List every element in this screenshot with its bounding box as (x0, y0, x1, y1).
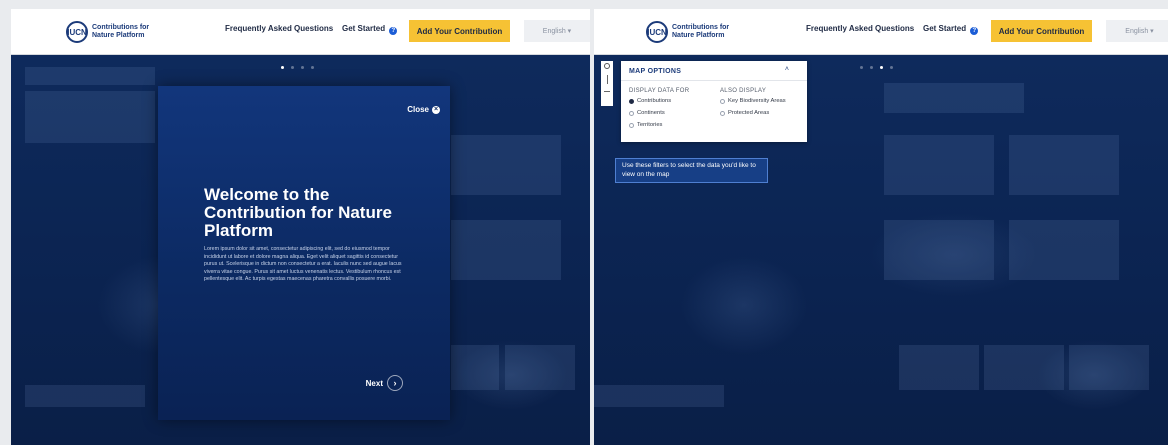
radio-label: Contributions (637, 98, 672, 104)
toggle-label: Key Biodiversity Areas (728, 98, 786, 104)
faded-stat-card (1009, 135, 1119, 195)
faded-stat-card (451, 135, 561, 195)
top-navbar: IUCN Contributions for Nature Platform F… (594, 9, 1168, 55)
carousel-dot[interactable] (880, 66, 883, 69)
radio-contributions[interactable]: Contributions (629, 98, 671, 104)
faded-footer-text (594, 385, 724, 407)
faded-stat-card (884, 220, 994, 280)
faded-cta-card (451, 345, 499, 390)
toggle-key-biodiversity-areas[interactable]: Key Biodiversity Areas (720, 98, 786, 104)
welcome-modal: Close × Welcome to the Contribution for … (158, 86, 450, 420)
close-button[interactable]: Close × (407, 105, 440, 114)
radio-continents[interactable]: Continents (629, 110, 665, 116)
brand-name: Contributions for Nature Platform (672, 24, 730, 39)
carousel-dot[interactable] (281, 66, 284, 69)
iucn-logo-icon: IUCN (66, 21, 88, 43)
map-options-screen: IUCN Contributions for Nature Platform F… (594, 9, 1168, 445)
display-data-heading: DISPLAY DATA FOR (629, 88, 690, 94)
nav-get-started-link[interactable]: Get Started ? (923, 24, 979, 35)
next-arrow-icon: › (387, 375, 403, 391)
map-control-divider (607, 75, 608, 84)
faded-cta-card (505, 345, 575, 390)
carousel-dot[interactable] (860, 66, 863, 69)
language-select[interactable]: English ▾ (1106, 20, 1168, 42)
faded-footer-text (25, 385, 145, 407)
get-started-label: Get Started (342, 24, 386, 33)
faded-cta-card (1069, 345, 1149, 390)
iucn-logo-icon: IUCN (646, 21, 668, 43)
chevron-up-icon[interactable]: ˄ (785, 66, 789, 73)
carousel-dot[interactable] (870, 66, 873, 69)
screenshot-root: IUCN Contributions for Nature Platform F… (0, 0, 1168, 445)
add-contribution-button[interactable]: Add Your Contribution (409, 20, 510, 42)
also-display-heading: ALSO DISPLAY (720, 88, 767, 94)
map-options-panel: MAP OPTIONS ˄ DISPLAY DATA FOR Contribut… (621, 61, 807, 142)
faded-cta-card (899, 345, 979, 390)
carousel-dot[interactable] (311, 66, 314, 69)
brand-logo[interactable]: IUCN Contributions for Nature Platform (66, 18, 158, 46)
zoom-out-icon[interactable] (604, 91, 610, 92)
faded-cta-card (984, 345, 1064, 390)
radio-icon (629, 110, 634, 116)
brand-logo[interactable]: IUCN Contributions for Nature Platform (646, 18, 738, 46)
faded-filter-panel (25, 91, 155, 143)
next-button[interactable]: Next › (366, 375, 403, 391)
radio-territories[interactable]: Territories (629, 122, 662, 128)
onboarding-tooltip: Use these filters to select the data you… (615, 158, 768, 183)
get-started-label: Get Started (923, 24, 967, 33)
radio-icon (720, 98, 725, 104)
toggle-label: Protected Areas (728, 110, 770, 116)
radio-icon (720, 110, 725, 116)
close-icon: × (432, 105, 440, 114)
carousel-dot[interactable] (291, 66, 294, 69)
carousel-dot[interactable] (301, 66, 304, 69)
carousel-dots (281, 66, 314, 69)
carousel-dots (860, 66, 893, 69)
help-icon: ? (970, 27, 979, 35)
welcome-title: Welcome to the Contribution for Nature P… (204, 185, 392, 240)
close-label: Close (407, 105, 429, 114)
faded-stat-card (451, 220, 561, 280)
faded-stats-heading (884, 83, 1024, 113)
welcome-screen: IUCN Contributions for Nature Platform F… (11, 9, 590, 445)
map-options-header[interactable]: MAP OPTIONS ˄ (621, 61, 807, 81)
top-navbar: IUCN Contributions for Nature Platform F… (11, 9, 590, 55)
help-icon: ? (389, 27, 398, 35)
nav-faq-link[interactable]: Frequently Asked Questions (225, 24, 333, 33)
nav-get-started-link[interactable]: Get Started ? (342, 24, 398, 35)
faded-stat-card (884, 135, 994, 195)
map-options-title: MAP OPTIONS (629, 68, 682, 75)
radio-icon (629, 122, 634, 128)
brand-name: Contributions for Nature Platform (92, 24, 150, 39)
carousel-dot[interactable] (890, 66, 893, 69)
faded-stat-card (1009, 220, 1119, 280)
add-contribution-button[interactable]: Add Your Contribution (991, 20, 1092, 42)
map-control-ring-icon[interactable] (604, 63, 610, 69)
radio-label: Continents (637, 110, 665, 116)
next-label: Next (365, 378, 383, 388)
language-select[interactable]: English ▾ (524, 20, 590, 42)
nav-faq-link[interactable]: Frequently Asked Questions (806, 24, 914, 33)
language-label: English ▾ (1125, 28, 1154, 35)
toggle-protected-areas[interactable]: Protected Areas (720, 110, 769, 116)
map-side-controls (601, 61, 613, 106)
radio-icon (629, 98, 634, 104)
faded-panel-header (25, 67, 155, 85)
language-label: English ▾ (542, 28, 572, 35)
radio-label: Territories (637, 122, 663, 128)
welcome-body-text: Lorem ipsum dolor sit amet, consectetur … (204, 246, 402, 283)
